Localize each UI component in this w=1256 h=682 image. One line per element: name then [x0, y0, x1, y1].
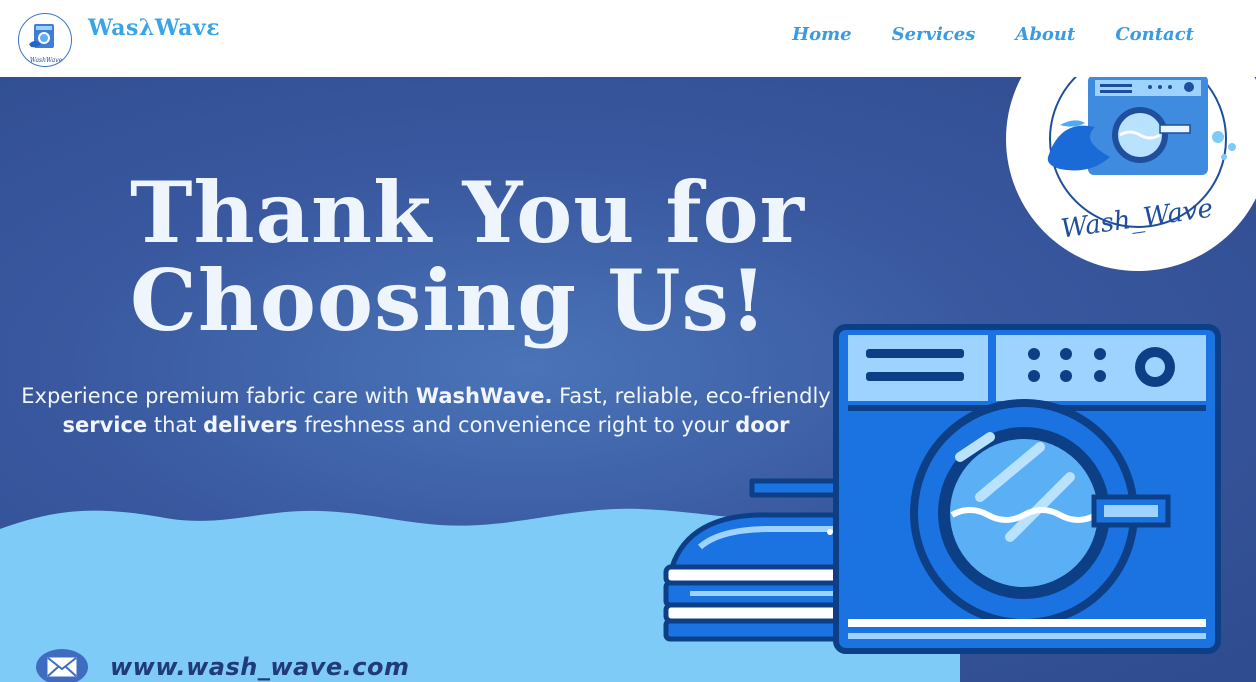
envelope-icon[interactable] [36, 649, 88, 682]
brand-badge: Wash_Wave [1006, 77, 1256, 271]
site-header: WashWave WasλWavε Home Services About Co… [0, 0, 1256, 77]
website-link[interactable]: www.wash_wave.com [110, 653, 409, 681]
nav-contact-link[interactable]: Contact [1115, 24, 1194, 45]
svg-text:WashWave: WashWave [30, 57, 63, 64]
nav-services-link[interactable]: Services [892, 24, 976, 45]
brand-name: WasλWavε [88, 15, 221, 41]
logo-icon[interactable]: WashWave [18, 13, 72, 67]
hero-banner: Thank You for Choosing Us! Experience pr… [0, 77, 1256, 682]
nav-about-link[interactable]: About [1015, 24, 1075, 45]
main-nav: Home Services About Contact [792, 24, 1194, 45]
hero-artwork: Wash_Wave [0, 77, 1256, 682]
washing-machine-icon [833, 324, 1221, 654]
nav-home-link[interactable]: Home [792, 24, 852, 45]
contact-row: www.wash_wave.com [36, 649, 409, 682]
